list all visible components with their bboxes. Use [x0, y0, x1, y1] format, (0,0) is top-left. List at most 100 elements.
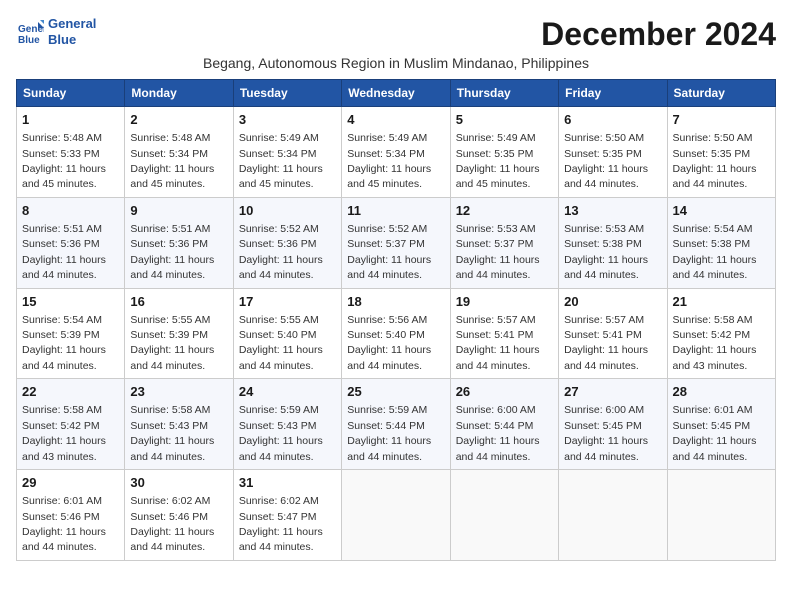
day-number: 11	[347, 202, 444, 220]
day-number: 8	[22, 202, 119, 220]
calendar-cell: 19 Sunrise: 5:57 AMSunset: 5:41 PMDaylig…	[450, 288, 558, 379]
day-number: 21	[673, 293, 770, 311]
column-header-tuesday: Tuesday	[233, 80, 341, 107]
day-info: Sunrise: 5:57 AMSunset: 5:41 PMDaylight:…	[564, 314, 648, 372]
day-number: 19	[456, 293, 553, 311]
day-info: Sunrise: 5:59 AMSunset: 5:44 PMDaylight:…	[347, 404, 431, 462]
title-section: December 2024	[541, 16, 776, 53]
day-number: 31	[239, 474, 336, 492]
day-info: Sunrise: 5:53 AMSunset: 5:37 PMDaylight:…	[456, 223, 540, 281]
day-number: 12	[456, 202, 553, 220]
day-number: 28	[673, 383, 770, 401]
day-number: 1	[22, 111, 119, 129]
calendar-cell: 29 Sunrise: 6:01 AMSunset: 5:46 PMDaylig…	[17, 470, 125, 561]
day-info: Sunrise: 5:53 AMSunset: 5:38 PMDaylight:…	[564, 223, 648, 281]
day-info: Sunrise: 5:55 AMSunset: 5:40 PMDaylight:…	[239, 314, 323, 372]
calendar-cell: 16 Sunrise: 5:55 AMSunset: 5:39 PMDaylig…	[125, 288, 233, 379]
calendar-cell: 10 Sunrise: 5:52 AMSunset: 5:36 PMDaylig…	[233, 197, 341, 288]
day-info: Sunrise: 5:58 AMSunset: 5:42 PMDaylight:…	[673, 314, 757, 372]
calendar-cell	[450, 470, 558, 561]
calendar-cell: 4 Sunrise: 5:49 AMSunset: 5:34 PMDayligh…	[342, 107, 450, 198]
day-number: 9	[130, 202, 227, 220]
day-info: Sunrise: 5:52 AMSunset: 5:36 PMDaylight:…	[239, 223, 323, 281]
day-info: Sunrise: 5:50 AMSunset: 5:35 PMDaylight:…	[673, 132, 757, 190]
day-number: 3	[239, 111, 336, 129]
calendar-cell: 12 Sunrise: 5:53 AMSunset: 5:37 PMDaylig…	[450, 197, 558, 288]
calendar-cell: 15 Sunrise: 5:54 AMSunset: 5:39 PMDaylig…	[17, 288, 125, 379]
day-info: Sunrise: 5:48 AMSunset: 5:33 PMDaylight:…	[22, 132, 106, 190]
calendar-header-row: SundayMondayTuesdayWednesdayThursdayFrid…	[17, 80, 776, 107]
calendar-cell	[559, 470, 667, 561]
day-number: 17	[239, 293, 336, 311]
column-header-sunday: Sunday	[17, 80, 125, 107]
calendar-week-1: 1 Sunrise: 5:48 AMSunset: 5:33 PMDayligh…	[17, 107, 776, 198]
column-header-saturday: Saturday	[667, 80, 775, 107]
day-info: Sunrise: 5:57 AMSunset: 5:41 PMDaylight:…	[456, 314, 540, 372]
day-info: Sunrise: 6:01 AMSunset: 5:46 PMDaylight:…	[22, 495, 106, 553]
day-number: 4	[347, 111, 444, 129]
calendar-cell: 23 Sunrise: 5:58 AMSunset: 5:43 PMDaylig…	[125, 379, 233, 470]
calendar-cell: 7 Sunrise: 5:50 AMSunset: 5:35 PMDayligh…	[667, 107, 775, 198]
calendar: SundayMondayTuesdayWednesdayThursdayFrid…	[16, 79, 776, 561]
column-header-thursday: Thursday	[450, 80, 558, 107]
calendar-cell: 30 Sunrise: 6:02 AMSunset: 5:46 PMDaylig…	[125, 470, 233, 561]
logo-text: General Blue	[48, 16, 96, 47]
logo-icon: General Blue	[16, 18, 44, 46]
day-info: Sunrise: 5:58 AMSunset: 5:42 PMDaylight:…	[22, 404, 106, 462]
day-info: Sunrise: 5:58 AMSunset: 5:43 PMDaylight:…	[130, 404, 214, 462]
day-number: 20	[564, 293, 661, 311]
subtitle: Begang, Autonomous Region in Muslim Mind…	[16, 55, 776, 71]
svg-text:Blue: Blue	[18, 35, 40, 46]
day-info: Sunrise: 5:49 AMSunset: 5:34 PMDaylight:…	[347, 132, 431, 190]
calendar-cell: 2 Sunrise: 5:48 AMSunset: 5:34 PMDayligh…	[125, 107, 233, 198]
calendar-week-4: 22 Sunrise: 5:58 AMSunset: 5:42 PMDaylig…	[17, 379, 776, 470]
calendar-cell: 28 Sunrise: 6:01 AMSunset: 5:45 PMDaylig…	[667, 379, 775, 470]
calendar-cell: 26 Sunrise: 6:00 AMSunset: 5:44 PMDaylig…	[450, 379, 558, 470]
day-info: Sunrise: 5:49 AMSunset: 5:34 PMDaylight:…	[239, 132, 323, 190]
day-number: 5	[456, 111, 553, 129]
day-number: 30	[130, 474, 227, 492]
calendar-cell: 3 Sunrise: 5:49 AMSunset: 5:34 PMDayligh…	[233, 107, 341, 198]
calendar-cell: 6 Sunrise: 5:50 AMSunset: 5:35 PMDayligh…	[559, 107, 667, 198]
day-info: Sunrise: 5:59 AMSunset: 5:43 PMDaylight:…	[239, 404, 323, 462]
day-number: 7	[673, 111, 770, 129]
calendar-cell: 17 Sunrise: 5:55 AMSunset: 5:40 PMDaylig…	[233, 288, 341, 379]
column-header-friday: Friday	[559, 80, 667, 107]
day-number: 2	[130, 111, 227, 129]
calendar-cell: 31 Sunrise: 6:02 AMSunset: 5:47 PMDaylig…	[233, 470, 341, 561]
day-number: 29	[22, 474, 119, 492]
day-info: Sunrise: 5:54 AMSunset: 5:38 PMDaylight:…	[673, 223, 757, 281]
day-info: Sunrise: 5:54 AMSunset: 5:39 PMDaylight:…	[22, 314, 106, 372]
day-info: Sunrise: 5:49 AMSunset: 5:35 PMDaylight:…	[456, 132, 540, 190]
day-info: Sunrise: 5:52 AMSunset: 5:37 PMDaylight:…	[347, 223, 431, 281]
calendar-cell: 11 Sunrise: 5:52 AMSunset: 5:37 PMDaylig…	[342, 197, 450, 288]
calendar-cell: 13 Sunrise: 5:53 AMSunset: 5:38 PMDaylig…	[559, 197, 667, 288]
calendar-cell: 14 Sunrise: 5:54 AMSunset: 5:38 PMDaylig…	[667, 197, 775, 288]
calendar-cell: 22 Sunrise: 5:58 AMSunset: 5:42 PMDaylig…	[17, 379, 125, 470]
calendar-cell	[342, 470, 450, 561]
day-info: Sunrise: 6:01 AMSunset: 5:45 PMDaylight:…	[673, 404, 757, 462]
day-number: 27	[564, 383, 661, 401]
column-header-monday: Monday	[125, 80, 233, 107]
day-number: 14	[673, 202, 770, 220]
day-number: 10	[239, 202, 336, 220]
calendar-cell: 8 Sunrise: 5:51 AMSunset: 5:36 PMDayligh…	[17, 197, 125, 288]
day-number: 18	[347, 293, 444, 311]
calendar-cell: 21 Sunrise: 5:58 AMSunset: 5:42 PMDaylig…	[667, 288, 775, 379]
day-number: 23	[130, 383, 227, 401]
day-number: 26	[456, 383, 553, 401]
calendar-week-3: 15 Sunrise: 5:54 AMSunset: 5:39 PMDaylig…	[17, 288, 776, 379]
top-bar: General Blue General Blue December 2024	[16, 16, 776, 55]
column-header-wednesday: Wednesday	[342, 80, 450, 107]
day-info: Sunrise: 5:56 AMSunset: 5:40 PMDaylight:…	[347, 314, 431, 372]
logo: General Blue General Blue	[16, 16, 96, 47]
day-number: 13	[564, 202, 661, 220]
day-number: 25	[347, 383, 444, 401]
calendar-cell: 20 Sunrise: 5:57 AMSunset: 5:41 PMDaylig…	[559, 288, 667, 379]
day-info: Sunrise: 6:00 AMSunset: 5:44 PMDaylight:…	[456, 404, 540, 462]
day-number: 24	[239, 383, 336, 401]
calendar-week-2: 8 Sunrise: 5:51 AMSunset: 5:36 PMDayligh…	[17, 197, 776, 288]
calendar-cell: 27 Sunrise: 6:00 AMSunset: 5:45 PMDaylig…	[559, 379, 667, 470]
calendar-cell: 18 Sunrise: 5:56 AMSunset: 5:40 PMDaylig…	[342, 288, 450, 379]
day-info: Sunrise: 5:50 AMSunset: 5:35 PMDaylight:…	[564, 132, 648, 190]
